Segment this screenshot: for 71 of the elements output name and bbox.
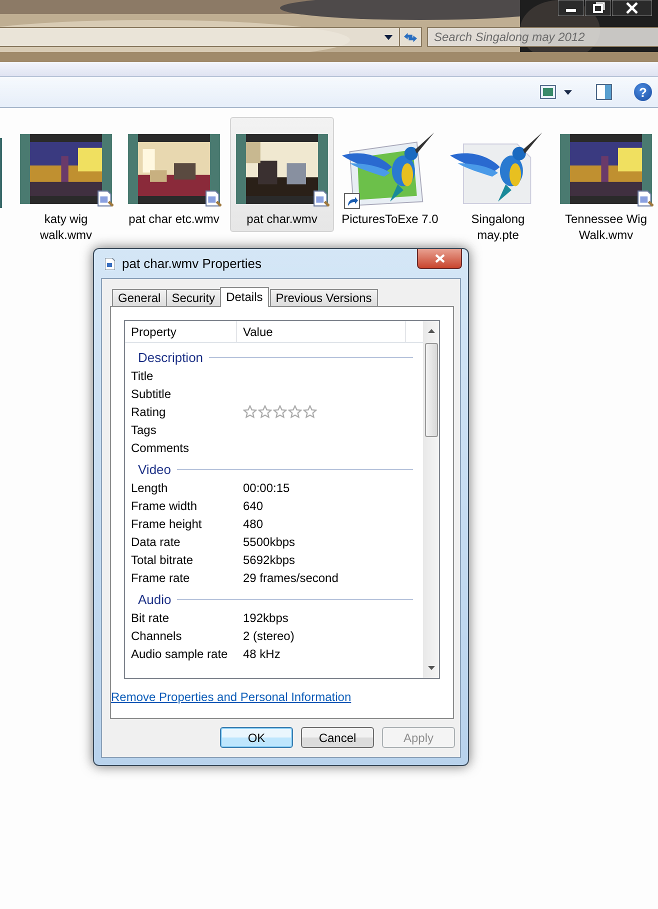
refresh-button[interactable] — [399, 27, 422, 47]
scroll-down-icon[interactable] — [428, 666, 434, 670]
property-name: Subtitle — [131, 387, 172, 401]
section-heading: Video — [138, 462, 172, 476]
tab[interactable]: General — [112, 289, 167, 306]
dialog-title: pat char.wmv Properties — [122, 256, 262, 271]
file-item[interactable]: pat char.wmv — [230, 117, 334, 232]
property-value: 29 frames/second — [243, 571, 338, 585]
view-icon[interactable] — [540, 85, 556, 99]
tab[interactable]: Previous Versions — [270, 289, 378, 306]
dialog-button[interactable]: Cancel — [301, 727, 374, 748]
property-value: 5692kbps — [243, 553, 296, 567]
file-item[interactable]: katy wig walk.wmv — [14, 117, 118, 248]
file-name: Singalong may.pte — [471, 211, 525, 243]
file-item[interactable]: pat char etc.wmv — [122, 117, 226, 232]
file-item[interactable]: Tennessee Wig Walk.wmv — [554, 117, 658, 248]
property-value: 480 — [243, 517, 264, 531]
scroll-thumb[interactable] — [424, 343, 438, 437]
file-name: pat char etc.wmv — [128, 211, 220, 227]
video-file-icon — [637, 190, 654, 207]
video-file-icon — [97, 190, 114, 207]
dialog-button[interactable]: OK — [220, 727, 293, 748]
property-value: 192kbps — [243, 611, 288, 625]
property-name: Frame rate — [131, 571, 191, 585]
property-name: Tags — [131, 423, 158, 437]
property-value: 640 — [243, 499, 264, 513]
close-icon — [434, 254, 444, 263]
column-header[interactable]: Value — [237, 321, 406, 342]
remove-properties-link[interactable]: Remove Properties and Personal Information — [111, 690, 352, 704]
property-name: Frame width — [131, 499, 198, 513]
property-value: 2 (stereo) — [243, 629, 294, 643]
restore-icon[interactable] — [585, 0, 611, 16]
tab[interactable]: Security — [166, 289, 222, 306]
dropdown-icon[interactable] — [564, 90, 572, 94]
tab[interactable]: Details — [220, 287, 269, 307]
preview-pane-icon[interactable] — [596, 84, 612, 100]
rating-stars[interactable] — [243, 405, 317, 419]
property-name: Total bitrate — [131, 553, 194, 567]
file-name: Tennessee Wig Walk.wmv — [564, 211, 648, 243]
property-value: 48 kHz — [243, 647, 280, 661]
search-field[interactable]: Search Singalong may 2012 — [427, 27, 658, 47]
refresh-icon — [403, 30, 418, 44]
scrollbar[interactable] — [423, 321, 439, 678]
property-value: 5500kbps — [243, 535, 296, 549]
dropdown-icon[interactable] — [384, 34, 393, 40]
file-name: pat char.wmv — [246, 211, 318, 227]
file-name: PicturesToExe 7.0 — [342, 211, 438, 227]
section-heading: Description — [138, 350, 204, 364]
property-name: Frame height — [131, 517, 203, 531]
property-name: Audio sample rate — [131, 647, 229, 661]
scroll-up-icon[interactable] — [428, 329, 434, 333]
property-name: Length — [131, 481, 169, 495]
property-name: Title — [131, 369, 154, 383]
file-icon — [105, 258, 115, 270]
close-icon[interactable] — [612, 0, 652, 16]
help-button[interactable]: ? — [634, 83, 652, 101]
section-heading: Audio — [138, 592, 172, 606]
file-item[interactable]: Singalong may.pte — [446, 117, 550, 248]
file-name: katy wig walk.wmv — [40, 211, 92, 243]
video-file-icon — [313, 190, 330, 207]
property-name: Rating — [131, 405, 167, 419]
video-file-icon — [205, 190, 222, 207]
property-name: Bit rate — [131, 611, 170, 625]
property-value: 00:00:15 — [243, 481, 290, 495]
property-name: Data rate — [131, 535, 182, 549]
file-item[interactable]: PicturesToExe 7.0 — [338, 117, 442, 232]
property-name: Channels — [131, 629, 183, 643]
minimize-icon[interactable] — [558, 0, 584, 16]
column-header[interactable]: Property — [125, 321, 237, 342]
property-name: Comments — [131, 441, 190, 455]
close-button[interactable] — [417, 249, 462, 269]
